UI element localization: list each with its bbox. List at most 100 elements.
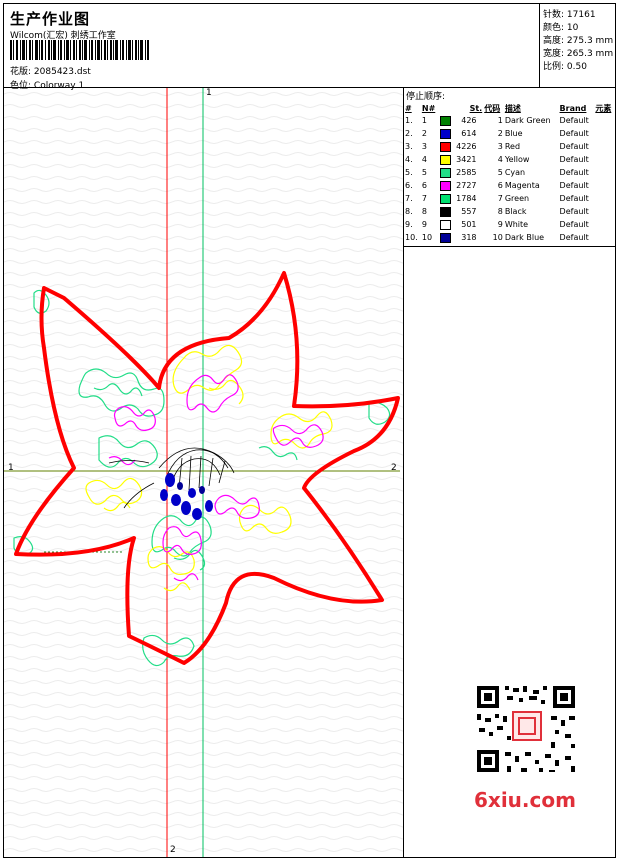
design-canvas: 1 1 2 2 bbox=[4, 88, 404, 857]
table-row: 2. 2 614 2 Blue Default bbox=[404, 127, 615, 140]
row-color-swatch: 501 bbox=[439, 218, 484, 231]
col-stitches: St. bbox=[469, 103, 483, 113]
axis-marker-right: 2 bbox=[391, 463, 397, 473]
color-swatch-icon bbox=[439, 128, 451, 139]
row-element bbox=[594, 205, 615, 218]
table-row: 6. 6 2727 6 Magenta Default bbox=[404, 179, 615, 192]
row-description: Green bbox=[504, 194, 530, 203]
row-description: Blue bbox=[504, 129, 523, 138]
col-element: 元素 bbox=[595, 103, 612, 113]
row-code: 9 bbox=[497, 220, 503, 229]
stop-sequence-table: # N# St. 代码 描述 Brand 元素 1. 1 426 1 Dark Gree… bbox=[404, 102, 615, 244]
row-stitches: 3421 bbox=[456, 155, 477, 164]
row-needle: 6 bbox=[421, 181, 427, 190]
row-element bbox=[594, 153, 615, 166]
row-element bbox=[594, 140, 615, 153]
color-swatch-icon bbox=[439, 219, 451, 230]
row-index: 7. bbox=[405, 194, 413, 203]
row-color-swatch: 614 bbox=[439, 127, 484, 140]
row-code: 4 bbox=[497, 155, 503, 164]
row-color-swatch: 426 bbox=[439, 114, 484, 127]
row-needle: 8 bbox=[421, 207, 427, 216]
row-description: Black bbox=[504, 207, 527, 216]
row-color-swatch: 3421 bbox=[439, 153, 484, 166]
axis-marker-bottom: 2 bbox=[170, 845, 176, 855]
row-index: 4. bbox=[405, 155, 413, 164]
table-row: 4. 4 3421 4 Yellow Default bbox=[404, 153, 615, 166]
row-brand: Default bbox=[559, 194, 589, 203]
color-swatch-icon bbox=[439, 206, 451, 217]
page-title: 生产作业图 bbox=[10, 10, 91, 28]
row-needle: 1 bbox=[421, 116, 427, 125]
col-needle: N# bbox=[421, 103, 436, 113]
col-brand: Brand bbox=[559, 103, 587, 113]
color-swatch-icon bbox=[439, 167, 451, 178]
stop-sequence-panel: 停止顺序: # N# St. 代码 描述 Brand 元素 1. 1 426 1 Dar… bbox=[404, 88, 615, 857]
row-description: Dark Blue bbox=[504, 233, 545, 242]
row-index: 5. bbox=[405, 168, 413, 177]
row-description: Red bbox=[504, 142, 521, 151]
row-needle: 2 bbox=[421, 129, 427, 138]
row-stitches: 501 bbox=[461, 220, 477, 229]
table-header-row: # N# St. 代码 描述 Brand 元素 bbox=[404, 102, 615, 114]
row-brand: Default bbox=[559, 142, 589, 151]
row-index: 10. bbox=[405, 233, 418, 242]
row-brand: Default bbox=[559, 207, 589, 216]
row-brand: Default bbox=[559, 220, 589, 229]
row-code: 1 bbox=[497, 116, 503, 125]
color-swatch-icon bbox=[439, 193, 451, 204]
divider bbox=[404, 246, 615, 247]
header-panel: 生产作业图 Wilcom(汇宏) 刺绣工作室 花版: 2085423.dst 色… bbox=[4, 4, 540, 91]
row-stitches: 318 bbox=[461, 233, 477, 242]
watermark-logo: 6xiu.com bbox=[474, 788, 576, 812]
stat-width: 宽度: 265.3 mm bbox=[543, 49, 614, 59]
table-row: 10. 10 318 10 Dark Blue Default bbox=[404, 231, 615, 244]
stat-scale: 比例: 0.50 bbox=[543, 62, 587, 72]
row-code: 8 bbox=[497, 207, 503, 216]
row-index: 1. bbox=[405, 116, 413, 125]
pattern-value: 2085423.dst bbox=[33, 67, 91, 77]
row-element bbox=[594, 231, 615, 244]
pattern-label: 花版: bbox=[10, 67, 32, 77]
row-description: Magenta bbox=[504, 181, 540, 190]
row-stitches: 1784 bbox=[456, 194, 477, 203]
row-brand: Default bbox=[559, 181, 589, 190]
embroidery-preview bbox=[4, 88, 403, 857]
table-row: 8. 8 557 8 Black Default bbox=[404, 205, 615, 218]
row-code: 3 bbox=[497, 142, 503, 151]
row-stitches: 557 bbox=[461, 207, 477, 216]
color-swatch-icon bbox=[439, 180, 451, 191]
row-stitches: 2585 bbox=[456, 168, 477, 177]
col-index: # bbox=[405, 103, 412, 113]
row-index: 8. bbox=[405, 207, 413, 216]
stats-panel: 针数: 17161 颜色: 10 高度: 275.3 mm 宽度: 265.3 … bbox=[540, 4, 615, 88]
row-needle: 4 bbox=[421, 155, 427, 164]
row-needle: 5 bbox=[421, 168, 427, 177]
row-brand: Default bbox=[559, 129, 589, 138]
row-element bbox=[594, 218, 615, 231]
row-index: 2. bbox=[405, 129, 413, 138]
row-element bbox=[594, 192, 615, 205]
row-color-swatch: 1784 bbox=[439, 192, 484, 205]
row-color-swatch: 2585 bbox=[439, 166, 484, 179]
axis-marker-left: 1 bbox=[8, 463, 14, 473]
row-code: 7 bbox=[497, 194, 503, 203]
row-needle: 3 bbox=[421, 142, 427, 151]
row-index: 9. bbox=[405, 220, 413, 229]
table-row: 3. 3 4226 3 Red Default bbox=[404, 140, 615, 153]
row-brand: Default bbox=[559, 116, 589, 125]
table-row: 1. 1 426 1 Dark Green Default bbox=[404, 114, 615, 127]
row-description: Yellow bbox=[504, 155, 530, 164]
row-stitches: 426 bbox=[461, 116, 477, 125]
color-swatch-icon bbox=[439, 141, 451, 152]
row-color-swatch: 2727 bbox=[439, 179, 484, 192]
color-swatch-icon bbox=[439, 232, 451, 243]
stat-height: 高度: 275.3 mm bbox=[543, 36, 614, 46]
color-swatch-icon bbox=[439, 115, 451, 126]
stat-stitches: 针数: 17161 bbox=[543, 10, 596, 20]
row-code: 5 bbox=[497, 168, 503, 177]
row-description: White bbox=[504, 220, 529, 229]
row-brand: Default bbox=[559, 155, 589, 164]
row-code: 10 bbox=[492, 233, 503, 242]
row-needle: 7 bbox=[421, 194, 427, 203]
